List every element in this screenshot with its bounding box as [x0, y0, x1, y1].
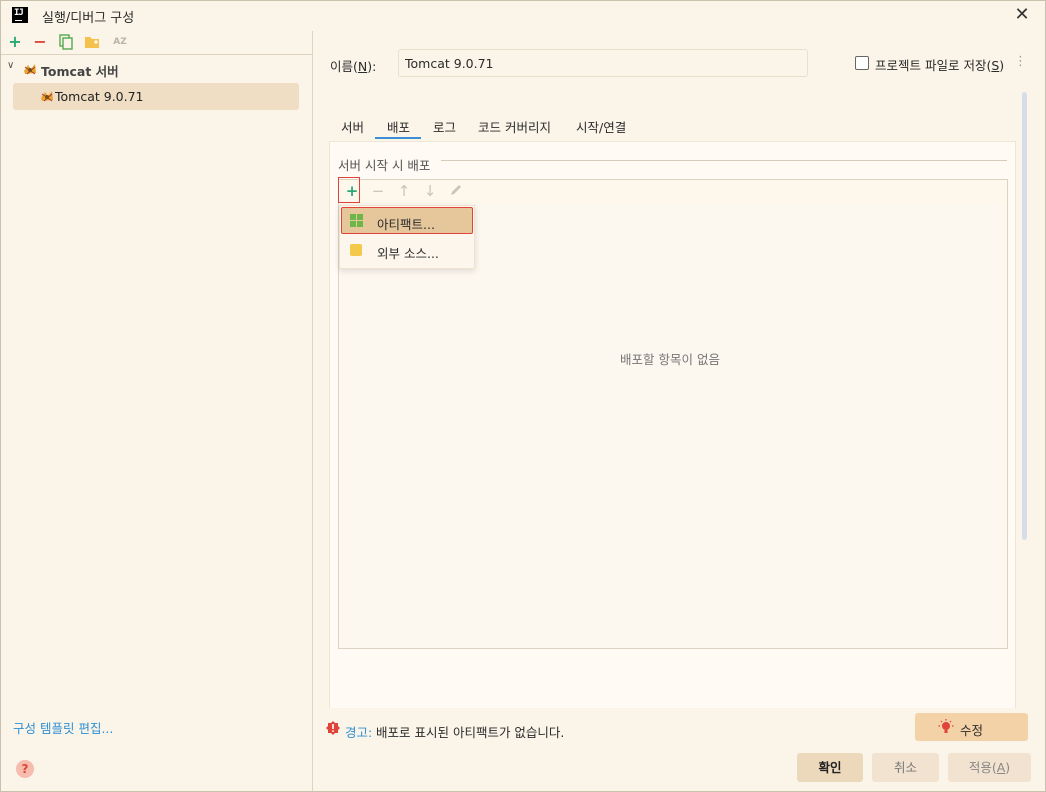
sort-alphabetically-button[interactable]: AZ — [111, 33, 129, 51]
window-title: 실행/디버그 구성 — [42, 11, 135, 26]
apply-button[interactable]: 적용(A) — [948, 753, 1031, 782]
store-label-text: 프로젝트 파일로 저장 — [875, 58, 987, 73]
deployment-list[interactable] — [338, 204, 1008, 649]
tab-code-coverage[interactable]: 코드 커버리지 — [478, 117, 551, 136]
tree-group-label: Tomcat 서버 — [41, 64, 119, 79]
tomcat-icon — [24, 64, 36, 75]
add-button-highlight — [338, 177, 360, 203]
menu-item-external-source-label: 외부 소스... — [377, 246, 439, 261]
deployment-toolbar — [338, 179, 1008, 206]
add-configuration-button[interactable]: + — [6, 33, 24, 51]
apply-label: 적용 — [968, 760, 992, 775]
edit-templates-link[interactable]: 구성 템플릿 편집... — [13, 718, 113, 737]
fix-button-label: 수정 — [960, 723, 984, 738]
more-options-icon[interactable]: ⋮ — [1014, 54, 1027, 69]
menu-item-artifact-label: 아티팩트... — [377, 217, 435, 232]
configurations-toolbar: + − AZ — [1, 31, 312, 55]
tree-group-tomcat-server[interactable]: ∨ Tomcat 서버 — [1, 57, 312, 81]
lightbulb-icon — [938, 719, 954, 733]
remove-configuration-button[interactable]: − — [31, 33, 49, 51]
store-as-project-file-checkbox[interactable] — [855, 56, 869, 70]
warning-text: 배포로 표시된 아티팩트가 없습니다. — [376, 725, 565, 740]
apply-mnemonic: A — [996, 760, 1006, 775]
help-button[interactable]: ? — [16, 760, 34, 778]
name-label: 이름(N): — [330, 59, 377, 74]
artifact-icon — [350, 214, 363, 227]
intellij-logo-icon: IJ — [12, 7, 28, 23]
copy-icon — [59, 34, 73, 50]
tree-item-label: Tomcat 9.0.71 — [55, 89, 144, 104]
tab-startup-connection[interactable]: 시작/연결 — [576, 117, 626, 136]
warning-icon — [326, 721, 340, 735]
warning-label: 경고: — [345, 725, 373, 740]
pencil-icon — [451, 185, 461, 195]
ok-button[interactable]: 확인 — [797, 753, 863, 782]
configurations-panel: + − AZ ∨ Tomcat 서버 Tomcat 9.0.71 구성 템플릿 … — [1, 31, 313, 791]
title-bar — [1, 1, 1045, 31]
cancel-button[interactable]: 취소 — [872, 753, 939, 782]
tab-logs[interactable]: 로그 — [433, 117, 456, 136]
chevron-down-icon[interactable]: ∨ — [7, 60, 14, 71]
active-tab-indicator — [375, 137, 421, 139]
edit-deployment-button[interactable] — [448, 183, 464, 199]
name-label-text: 이름 — [330, 59, 354, 74]
store-as-project-file-label: 프로젝트 파일로 저장(S) — [875, 58, 1005, 73]
folder-icon — [85, 37, 99, 48]
move-down-button[interactable]: ↓ — [422, 183, 438, 199]
empty-list-text: 배포할 항목이 없음 — [620, 352, 720, 367]
name-mnemonic: N — [357, 59, 368, 74]
name-input[interactable] — [398, 49, 808, 77]
new-folder-button[interactable] — [83, 33, 101, 51]
tomcat-icon — [41, 91, 53, 102]
tab-deployment[interactable]: 배포 — [387, 117, 410, 136]
tab-server[interactable]: 서버 — [341, 117, 364, 136]
section-title: 서버 시작 시 배포 — [338, 158, 431, 173]
copy-configuration-button[interactable] — [57, 33, 75, 51]
tree-item-tomcat-9-0-71[interactable]: Tomcat 9.0.71 — [13, 83, 299, 110]
remove-deployment-button[interactable]: − — [370, 183, 386, 199]
move-up-button[interactable]: ↑ — [396, 183, 412, 199]
close-button[interactable]: ✕ — [1012, 5, 1032, 25]
section-divider — [441, 160, 1007, 161]
external-source-icon — [350, 244, 362, 256]
vertical-scrollbar[interactable] — [1022, 92, 1027, 540]
store-mnemonic: S — [991, 58, 1000, 73]
